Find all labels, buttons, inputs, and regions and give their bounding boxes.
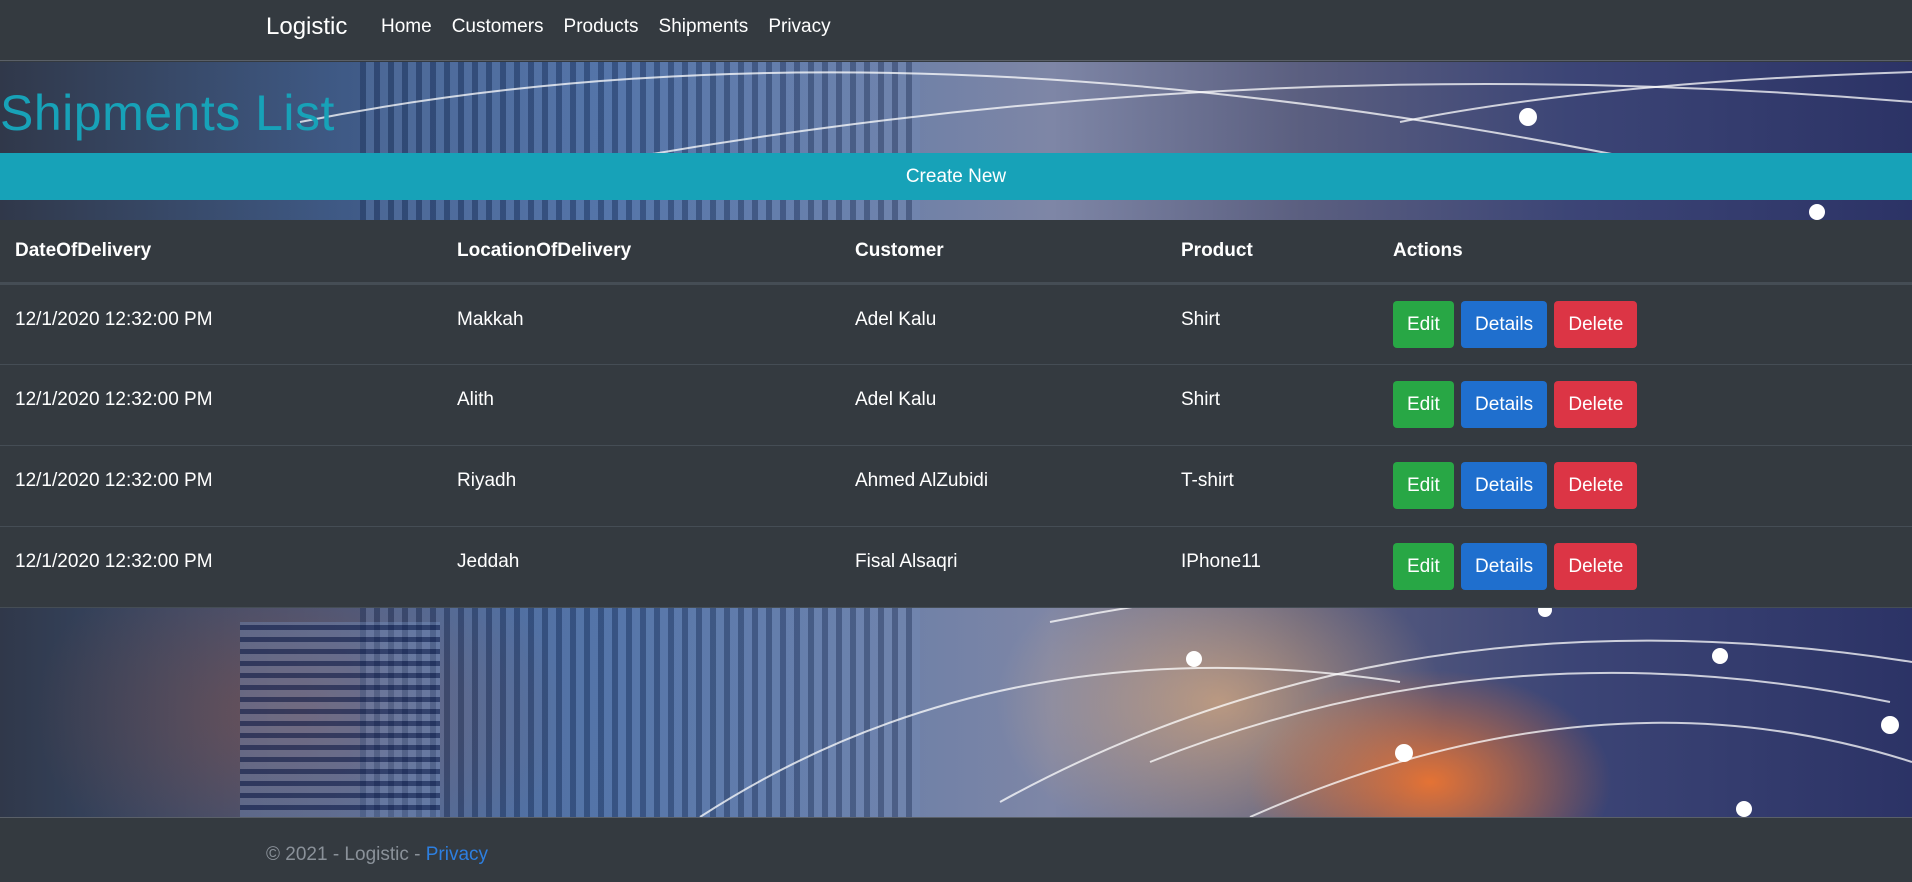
footer: © 2021 - Logistic - Privacy [0,817,1912,882]
delete-button[interactable]: Delete [1554,542,1638,590]
nav-link-customers[interactable]: Customers [452,16,544,38]
cell-date: 12/1/2020 12:32:00 PM [0,526,442,608]
cell-customer: Fisal Alsaqri [840,526,1166,608]
table-row: 12/1/2020 12:32:00 PM Alith Adel Kalu Sh… [0,364,1912,446]
cell-location: Alith [442,364,840,446]
cell-customer: Ahmed AlZubidi [840,445,1166,527]
cell-date: 12/1/2020 12:32:00 PM [0,283,442,365]
edit-button[interactable]: Edit [1393,300,1454,348]
shipments-table-container: DateOfDelivery LocationOfDelivery Custom… [0,220,1912,608]
edit-button[interactable]: Edit [1393,542,1454,590]
cell-customer: Adel Kalu [840,364,1166,446]
cell-date: 12/1/2020 12:32:00 PM [0,445,442,527]
cell-product: Shirt [1166,364,1378,446]
cell-actions: Edit Details Delete [1378,283,1912,365]
column-header-actions: Actions [1378,220,1912,285]
delete-button[interactable]: Delete [1554,461,1638,509]
edit-button[interactable]: Edit [1393,461,1454,509]
shipments-table: DateOfDelivery LocationOfDelivery Custom… [0,220,1912,608]
cell-customer: Adel Kalu [840,283,1166,365]
footer-copyright: © 2021 - Logistic - Privacy [266,844,488,866]
details-button[interactable]: Details [1461,461,1548,509]
navbar: Logistic Home Customers Products Shipmen… [0,0,1912,61]
cell-product: IPhone11 [1166,526,1378,608]
cell-actions: Edit Details Delete [1378,364,1912,446]
brand-link[interactable]: Logistic [266,13,347,41]
cell-product: Shirt [1166,283,1378,365]
cell-actions: Edit Details Delete [1378,526,1912,608]
table-row: 12/1/2020 12:32:00 PM Jeddah Fisal Alsaq… [0,526,1912,608]
nav-link-privacy[interactable]: Privacy [768,16,830,38]
cell-actions: Edit Details Delete [1378,445,1912,527]
details-button[interactable]: Details [1461,380,1548,428]
table-row: 12/1/2020 12:32:00 PM Riyadh Ahmed AlZub… [0,445,1912,527]
nav-link-products[interactable]: Products [564,16,639,38]
nav-link-home[interactable]: Home [381,16,432,38]
column-header-date: DateOfDelivery [0,220,442,285]
main-nav: Home Customers Products Shipments Privac… [381,16,831,38]
delete-button[interactable]: Delete [1554,380,1638,428]
cell-product: T-shirt [1166,445,1378,527]
column-header-customer: Customer [840,220,1166,285]
edit-button[interactable]: Edit [1393,380,1454,428]
cell-date: 12/1/2020 12:32:00 PM [0,364,442,446]
nav-link-shipments[interactable]: Shipments [659,16,749,38]
footer-privacy-link[interactable]: Privacy [426,844,488,865]
page-title: Shipments List [0,85,335,141]
cell-location: Makkah [442,283,840,365]
column-header-location: LocationOfDelivery [442,220,840,285]
footer-copyright-text: © 2021 - Logistic - [266,844,426,865]
column-header-product: Product [1166,220,1378,285]
table-header-row: DateOfDelivery LocationOfDelivery Custom… [0,220,1912,285]
details-button[interactable]: Details [1461,542,1548,590]
details-button[interactable]: Details [1461,300,1548,348]
create-new-button[interactable]: Create New [0,153,1912,200]
table-row: 12/1/2020 12:32:00 PM Makkah Adel Kalu S… [0,283,1912,365]
cell-location: Riyadh [442,445,840,527]
delete-button[interactable]: Delete [1554,300,1638,348]
cell-location: Jeddah [442,526,840,608]
